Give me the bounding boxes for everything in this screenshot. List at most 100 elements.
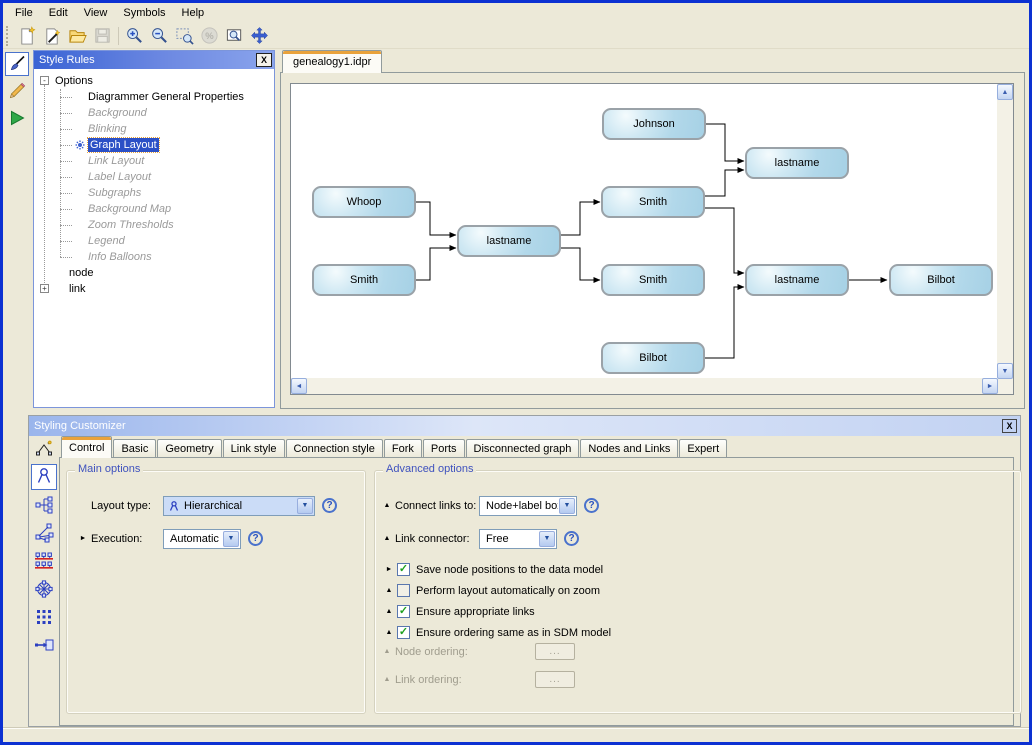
tree-item-graph-layout[interactable]: Graph Layout — [34, 137, 274, 153]
radial-layout-icon[interactable] — [31, 520, 57, 546]
zoom-out-icon[interactable] — [147, 24, 172, 47]
tree-item-label[interactable]: link — [67, 282, 88, 296]
grid-layout-icon[interactable] — [31, 604, 57, 630]
chevron-down-icon[interactable]: ▼ — [297, 498, 313, 514]
scroll-down-icon[interactable]: ▼ — [997, 363, 1013, 379]
link-johnson-to-lastname-top[interactable] — [706, 124, 744, 161]
tree-item-label[interactable]: Link Layout — [86, 154, 146, 168]
vertical-scrollbar[interactable]: ▲ ▼ — [997, 84, 1013, 379]
open-icon[interactable] — [65, 24, 90, 47]
diagram-node-johnson[interactable]: Johnson — [602, 108, 706, 140]
tree-item-label[interactable]: Options — [53, 74, 95, 88]
tab-genealogy1[interactable]: genealogy1.idpr — [282, 50, 382, 73]
link-smith-upper-to-lastname-top[interactable] — [705, 170, 744, 196]
link-lastname-left-to-smith-lower[interactable] — [561, 248, 600, 280]
horizontal-scrollbar[interactable]: ◄ ► — [291, 378, 998, 394]
diagram-node-lastname-top[interactable]: lastname — [745, 147, 849, 179]
tab-expert[interactable]: Expert — [679, 439, 727, 458]
checkbox-perform-layout-automatically-on-zoom[interactable] — [397, 584, 410, 597]
checkbox-ensure-appropriate-links[interactable]: ✓ — [397, 605, 410, 618]
collapse-marker-icon[interactable]: ▲ — [383, 502, 391, 509]
tab-disconnected-graph[interactable]: Disconnected graph — [466, 439, 580, 458]
zoom-in-icon[interactable] — [122, 24, 147, 47]
style-brush-icon[interactable] — [5, 52, 29, 76]
tree-item-label[interactable]: node — [67, 266, 95, 280]
tree-item-label[interactable]: Background — [86, 106, 149, 120]
tree-item-label[interactable]: Label Layout — [86, 170, 153, 184]
tree-item-label[interactable]: Zoom Thresholds — [86, 218, 176, 232]
scroll-up-icon[interactable]: ▲ — [997, 84, 1013, 100]
link-connector-select[interactable]: Free ▼ — [479, 529, 557, 549]
tab-basic[interactable]: Basic — [113, 439, 156, 458]
collapse-marker-icon[interactable]: ▲ — [383, 535, 391, 542]
tree-item-label[interactable]: Subgraphs — [86, 186, 143, 200]
tab-link-style[interactable]: Link style — [223, 439, 285, 458]
help-icon[interactable]: ? — [248, 531, 263, 546]
execution-select[interactable]: Automatic ▼ — [163, 529, 241, 549]
link-bilbot-bottom-to-lastname-right[interactable] — [705, 287, 744, 358]
collapse-icon[interactable]: - — [40, 76, 49, 85]
tree-item-link-layout[interactable]: Link Layout — [34, 153, 274, 169]
scroll-right-icon[interactable]: ► — [982, 378, 998, 394]
circular-layout-icon[interactable] — [31, 576, 57, 602]
tree-item-node[interactable]: node — [34, 265, 274, 281]
expand-marker-icon[interactable]: ► — [79, 535, 87, 542]
wizard-icon[interactable] — [40, 24, 65, 47]
tree-item-background[interactable]: Background — [34, 105, 274, 121]
link-smith-left-to-lastname-left[interactable] — [416, 248, 456, 280]
diagram-node-lastname-left[interactable]: lastname — [457, 225, 561, 257]
tree-item-label-layout[interactable]: Label Layout — [34, 169, 274, 185]
diagram-node-lastname-right[interactable]: lastname — [745, 264, 849, 296]
close-icon[interactable]: X — [256, 53, 272, 67]
tab-nodes-and-links[interactable]: Nodes and Links — [580, 439, 678, 458]
menu-file[interactable]: File — [7, 3, 41, 23]
tree-layout-icon[interactable] — [31, 492, 57, 518]
diagram-node-smith-lower[interactable]: Smith — [601, 264, 705, 296]
collapse-marker-icon[interactable]: ▲ — [385, 587, 393, 594]
expand-icon[interactable]: + — [40, 284, 49, 293]
tree-item-diagrammer-general-properties[interactable]: Diagrammer General Properties — [34, 89, 274, 105]
tree-item-label[interactable]: Background Map — [86, 202, 173, 216]
tree-item-background-map[interactable]: Background Map — [34, 201, 274, 217]
diagram-node-whoop[interactable]: Whoop — [312, 186, 416, 218]
tree-item-subgraphs[interactable]: Subgraphs — [34, 185, 274, 201]
tab-fork[interactable]: Fork — [384, 439, 422, 458]
tab-ports[interactable]: Ports — [423, 439, 465, 458]
hierarchical-layout-icon[interactable] — [31, 464, 57, 490]
menu-help[interactable]: Help — [174, 3, 213, 23]
scroll-left-icon[interactable]: ◄ — [291, 378, 307, 394]
menu-symbols[interactable]: Symbols — [115, 3, 173, 23]
tree-item-label[interactable]: Graph Layout — [88, 138, 159, 152]
run-icon[interactable] — [5, 106, 29, 130]
tree-item-legend[interactable]: Legend — [34, 233, 274, 249]
collapse-marker-icon[interactable]: ▲ — [385, 629, 393, 636]
checkbox-ensure-ordering-same-as-in-sdm-model[interactable]: ✓ — [397, 626, 410, 639]
tree-item-zoom-thresholds[interactable]: Zoom Thresholds — [34, 217, 274, 233]
help-icon[interactable]: ? — [564, 531, 579, 546]
layout-type-select[interactable]: Hierarchical ▼ — [163, 496, 315, 516]
link-lastname-left-to-smith-upper[interactable] — [561, 202, 600, 235]
help-icon[interactable]: ? — [322, 498, 337, 513]
tree-item-label[interactable]: Diagrammer General Properties — [86, 90, 246, 104]
diagram-node-smith-upper[interactable]: Smith — [601, 186, 705, 218]
menu-edit[interactable]: Edit — [41, 3, 76, 23]
tab-control[interactable]: Control — [61, 436, 112, 458]
tree-item-info-balloons[interactable]: Info Balloons — [34, 249, 274, 265]
connector-tool-icon[interactable] — [31, 436, 57, 462]
pan-icon[interactable] — [247, 24, 272, 47]
edit-pencil-icon[interactable] — [5, 79, 29, 103]
overview-icon[interactable] — [222, 24, 247, 47]
diagram-node-bilbot-right[interactable]: Bilbot — [889, 264, 993, 296]
tab-geometry[interactable]: Geometry — [157, 439, 221, 458]
chevron-down-icon[interactable]: ▼ — [539, 531, 555, 547]
link-whoop-to-lastname-left[interactable] — [416, 202, 456, 235]
help-icon[interactable]: ? — [584, 498, 599, 513]
tab-connection-style[interactable]: Connection style — [286, 439, 383, 458]
checkbox-save-node-positions-to-the-data-model[interactable]: ✓ — [397, 563, 410, 576]
tree-item-options[interactable]: -Options — [34, 73, 274, 89]
diagram-canvas[interactable]: JohnsonlastnameWhoopSmithlastnameSmithSm… — [291, 84, 998, 379]
tree-item-blinking[interactable]: Blinking — [34, 121, 274, 137]
menu-view[interactable]: View — [76, 3, 116, 23]
collapse-marker-icon[interactable]: ▲ — [385, 608, 393, 615]
diagram-node-bilbot-bottom[interactable]: Bilbot — [601, 342, 705, 374]
